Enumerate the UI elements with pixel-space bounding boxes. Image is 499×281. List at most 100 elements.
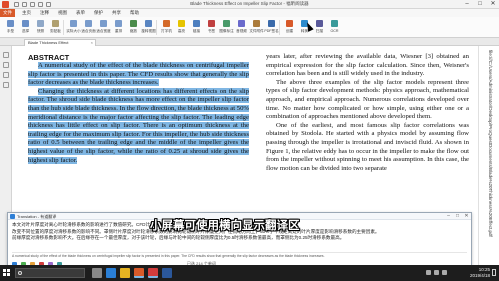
ribbon-button-icon: [70, 20, 77, 27]
ribbon-button-icon: [331, 20, 338, 27]
ribbon-button-label: 剪贴板: [50, 29, 61, 33]
ribbon-button-icon: [130, 20, 137, 27]
ribbon-button-icon: [100, 20, 107, 27]
taskbar: 10:25 2019/4/18: [0, 265, 499, 281]
document-tab-bar: Blade Thickness Effect ×: [0, 38, 499, 46]
ribbon-button-icon: [37, 20, 44, 27]
ribbon-button-16[interactable]: 文件附件: [249, 19, 264, 36]
ribbon-button-icon: [85, 20, 92, 27]
layers-panel-icon[interactable]: [3, 72, 9, 78]
network-icon[interactable]: [426, 270, 431, 275]
ribbon-button-icon: [163, 20, 170, 27]
translation-line: 前缘厚度对滑移系数影响不大。在后缘存在一个最佳厚度，对于该叶轮，后缘与叶轮中间的…: [12, 235, 345, 241]
maximize-button[interactable]: □: [474, 0, 486, 9]
popup-maximize-button[interactable]: □: [453, 213, 462, 220]
minimize-button[interactable]: –: [461, 0, 473, 9]
taskbar-app-task-view-icon[interactable]: [92, 268, 102, 278]
ribbon-separator: [156, 20, 157, 35]
taskbar-app-youdao-icon[interactable]: [148, 268, 158, 278]
tab-file[interactable]: 文件: [0, 9, 15, 17]
ribbon-button-icon: [115, 20, 122, 27]
ribbon-button-21[interactable]: OCR: [328, 19, 341, 36]
tab-comment[interactable]: 注释: [40, 10, 49, 16]
left-column[interactable]: ABSTRACT A numerical study of the effect…: [28, 53, 250, 165]
ribbon-button-11[interactable]: 高亮: [175, 19, 188, 36]
ribbon-button-icon: [268, 20, 275, 27]
tab-form[interactable]: 表单: [76, 10, 85, 16]
title-bar: Blade Thickness Effect on Impeller Slip …: [0, 0, 499, 9]
right-paragraph-2: The above three examples of the slip fac…: [266, 78, 469, 121]
abstract-heading: ABSTRACT: [28, 53, 70, 62]
ribbon-button-icon: [238, 20, 245, 27]
ribbon-button-icon: [286, 20, 293, 27]
ribbon-button-label: OCR: [330, 29, 339, 33]
ribbon-button-14[interactable]: 图像标注: [219, 19, 234, 36]
search-icon: [18, 271, 22, 275]
ribbon-button-icon: [208, 20, 215, 27]
tab-protect[interactable]: 保护: [94, 10, 103, 16]
document-tab-label: Blade Thickness Effect: [28, 40, 69, 45]
abstract-paragraph-1: A numerical study of the effect of the b…: [28, 62, 249, 87]
right-column[interactable]: years later, after reviewing the availab…: [266, 53, 469, 173]
ribbon-button-icon: [7, 20, 14, 27]
ribbon-button-icon: [253, 20, 260, 27]
taskbar-search-box[interactable]: [15, 268, 85, 278]
window-title: Blade Thickness Effect on Impeller Slip …: [190, 1, 309, 6]
ribbon-button-10[interactable]: 打字机: [160, 19, 173, 36]
file-path-vertical: file:///C:/Users/Administrator/Desktop/P…: [488, 50, 493, 237]
ribbon-button-8[interactable]: 缩放: [127, 19, 140, 36]
ribbon-button-6[interactable]: 适合宽度: [96, 19, 111, 36]
notification-icon[interactable]: [492, 269, 496, 276]
volume-icon[interactable]: [434, 270, 439, 275]
ribbon-separator: [63, 20, 64, 35]
popup-close-button[interactable]: ✕: [462, 213, 471, 220]
ribbon-separator: [279, 20, 280, 35]
ribbon-button-icon: [316, 20, 323, 27]
right-paragraph-3: One of the earliest, and most famous sli…: [266, 121, 469, 172]
ribbon-button-icon: [193, 20, 200, 27]
ribbon-button-5[interactable]: 适合页面: [81, 19, 96, 36]
ribbon-button-icon: [145, 20, 152, 27]
ribbon-button-12[interactable]: 链接: [190, 19, 203, 36]
taskbar-app-edge-icon[interactable]: [106, 268, 116, 278]
ribbon-button-9[interactable]: 旋转视图: [141, 19, 156, 36]
clock[interactable]: 10:25 2019/4/18: [470, 267, 490, 279]
taskbar-app-explorer-icon[interactable]: [120, 268, 130, 278]
ribbon-tab-bar: 文件 主页 注释 视图 表单 保护 共享 帮助: [0, 9, 499, 17]
taskbar-app-word-icon[interactable]: [162, 268, 172, 278]
tab-home[interactable]: 主页: [22, 10, 31, 16]
attachments-panel-icon[interactable]: [3, 82, 9, 88]
ribbon-button-17[interactable]: PDF签名: [264, 19, 279, 36]
windows-start-icon[interactable]: [3, 269, 11, 277]
taskbar-app-foxit-icon[interactable]: [134, 268, 144, 278]
ribbon-button-18[interactable]: 创建: [283, 19, 296, 36]
bookmark-panel-icon[interactable]: [3, 52, 9, 58]
page-thumbnail-icon[interactable]: [3, 62, 9, 68]
ribbon-button-15[interactable]: 音视频: [235, 19, 248, 36]
ribbon-button-4[interactable]: 实际大小: [66, 19, 81, 36]
ribbon-button-3[interactable]: 剪贴板: [49, 19, 62, 36]
popup-title: Translation - 有道翻译: [17, 214, 57, 219]
source-text: A numerical study of the effect of the b…: [12, 252, 467, 259]
document-tab[interactable]: Blade Thickness Effect ×: [24, 39, 96, 46]
ribbon-button-7[interactable]: 重排: [112, 19, 125, 36]
tab-share[interactable]: 共享: [112, 10, 121, 16]
close-button[interactable]: ✕: [487, 0, 499, 9]
ribbon-button-label: 旋转视图: [141, 29, 156, 33]
tab-view[interactable]: 视图: [58, 10, 67, 16]
system-tray: 10:25 2019/4/18: [426, 267, 496, 279]
right-paragraph-1: years later, after reviewing the availab…: [266, 53, 469, 78]
clock-date: 2019/4/18: [469, 273, 490, 278]
ribbon-button-0[interactable]: 手型: [4, 19, 17, 36]
ribbon-button-2[interactable]: 快照: [34, 19, 47, 36]
ribbon-button-icon: [22, 20, 29, 27]
ribbon-button-20[interactable]: 扫描: [313, 19, 326, 36]
input-method-icon[interactable]: [442, 270, 447, 275]
ribbon-button-13[interactable]: 书签: [205, 19, 218, 36]
ribbon-button-icon: [178, 20, 185, 27]
ribbon-button-label: PDF签名: [264, 29, 279, 33]
youdao-logo-icon: [10, 214, 15, 219]
ribbon-button-1[interactable]: 选择: [19, 19, 32, 36]
tab-help[interactable]: 帮助: [130, 10, 139, 16]
popup-minimize-button[interactable]: –: [444, 213, 453, 220]
